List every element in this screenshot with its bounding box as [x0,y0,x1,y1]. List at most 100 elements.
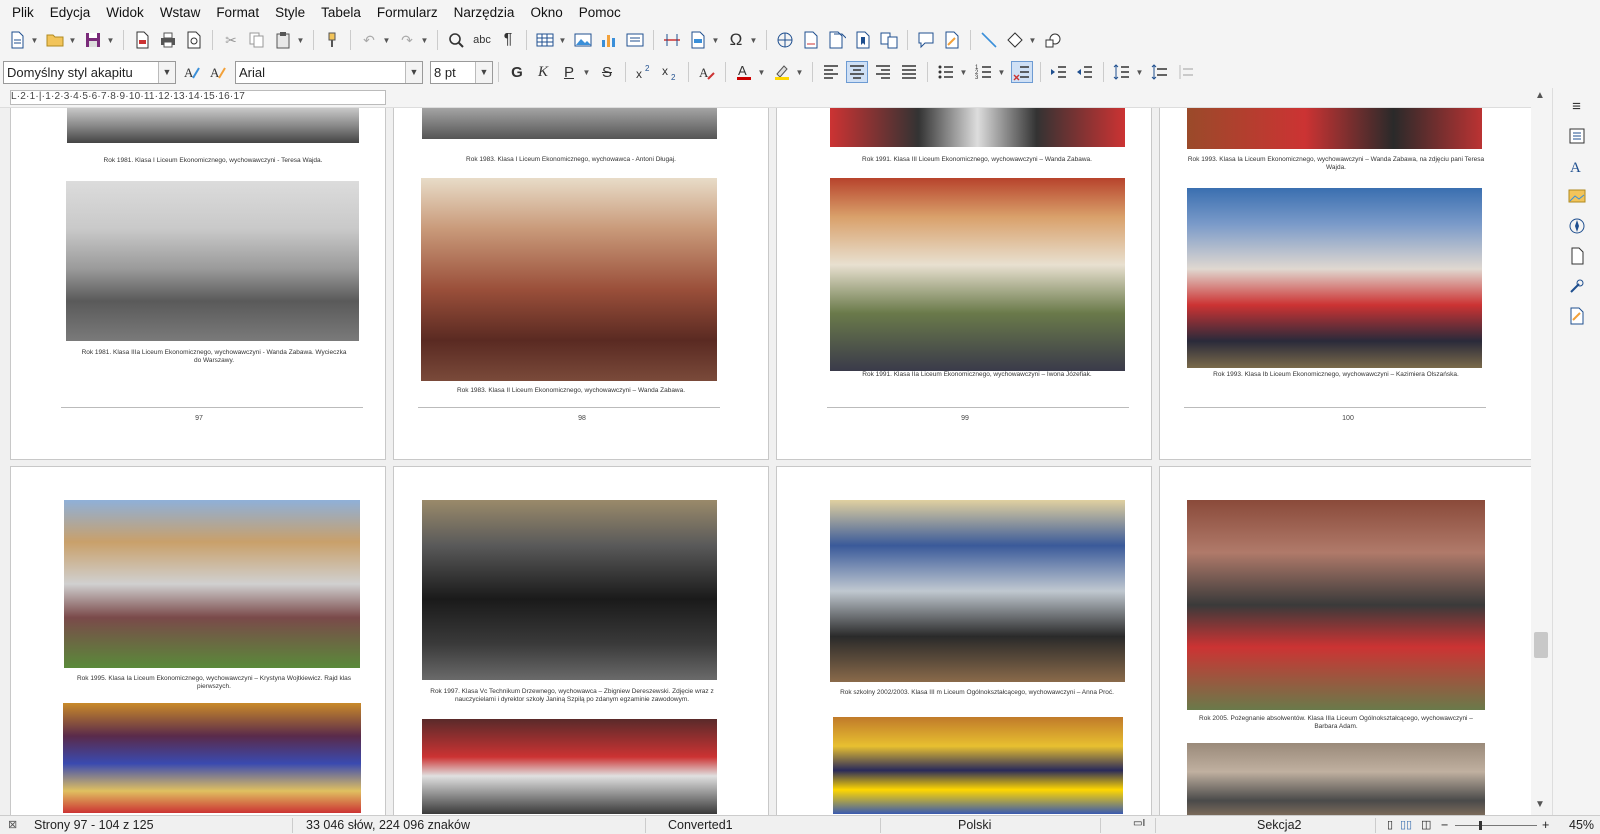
formatting-marks-icon[interactable]: ¶ [497,29,519,51]
redo-dropdown-icon[interactable]: ▼ [420,36,429,45]
strikethrough-button[interactable]: S [596,61,618,83]
style-inspector-icon[interactable] [1565,274,1589,298]
sidebar-menu-icon[interactable]: ≡ [1565,94,1589,118]
horizontal-ruler[interactable]: L·2·1·|·1·2·3·4·5·6·7·8·9·10·11·12·13·14… [0,88,1552,108]
export-pdf-icon[interactable] [131,29,153,51]
paragraph-style-combo[interactable]: Domyślny styl akapitu ▼ [3,60,176,84]
multi-page-view-icon[interactable]: ▯▯ [1400,818,1412,831]
single-page-view-icon[interactable]: ▯ [1387,818,1393,831]
new-dropdown-icon[interactable]: ▼ [30,36,39,45]
gallery-icon[interactable] [1565,184,1589,208]
highlight-dropdown-icon[interactable]: ▼ [795,68,804,77]
comment-icon[interactable] [915,29,937,51]
insert-chart-icon[interactable] [598,29,620,51]
page-icon[interactable] [1565,244,1589,268]
numbered-dropdown-icon[interactable]: ▼ [997,68,1006,77]
no-list-icon[interactable] [1011,61,1033,83]
special-character-dropdown-icon[interactable]: ▼ [749,36,758,45]
paste-dropdown-icon[interactable]: ▼ [296,36,305,45]
superscript-icon[interactable]: x2 [633,61,655,83]
menu-edycja[interactable]: Edycja [42,5,99,20]
insert-table-icon[interactable] [534,29,556,51]
subscript-icon[interactable]: x2 [659,61,681,83]
highlight-icon[interactable] [771,61,793,83]
table-dropdown-icon[interactable]: ▼ [558,36,567,45]
bullet-dropdown-icon[interactable]: ▼ [959,68,968,77]
menu-widok[interactable]: Widok [98,5,152,20]
track-changes-icon[interactable] [941,29,963,51]
menu-style[interactable]: Style [267,5,313,20]
cross-reference-icon[interactable] [878,29,900,51]
update-style-icon[interactable]: A [181,61,203,83]
underline-dropdown-icon[interactable]: ▼ [582,68,591,77]
hyperlink-icon[interactable] [774,29,796,51]
menu-tabela[interactable]: Tabela [313,5,369,20]
page-break-icon[interactable] [661,29,683,51]
special-character-icon[interactable]: Ω [725,29,747,51]
open-dropdown-icon[interactable]: ▼ [68,36,77,45]
new-style-icon[interactable]: A [207,61,229,83]
redo-icon[interactable]: ↷ [396,29,418,51]
find-replace-icon[interactable] [445,29,467,51]
numbered-list-icon[interactable]: 123 [973,61,995,83]
page-104[interactable]: Rok 2005. Pożegnanie absolwentów. Klasa … [1159,466,1535,815]
cut-icon[interactable]: ✂ [220,29,242,51]
italic-button[interactable]: K [532,61,554,83]
zoom-in-icon[interactable]: + [1542,818,1549,832]
page-100[interactable]: Rok 1993. Klasa Ia Liceum Ekonomicznego,… [1159,108,1535,460]
properties-icon[interactable] [1565,124,1589,148]
shapes-dropdown-icon[interactable]: ▼ [1028,36,1037,45]
line-spacing-dropdown-icon[interactable]: ▼ [1135,68,1144,77]
vertical-scrollbar[interactable]: ▲ ▼ [1531,88,1552,815]
footnote-icon[interactable] [800,29,822,51]
page-98[interactable]: Rok 1983. Klasa I Liceum Ekonomicznego, … [393,108,769,460]
font-color-icon[interactable]: A [733,61,755,83]
line-spacing-icon[interactable] [1111,61,1133,83]
menu-plik[interactable]: Plik [4,5,42,20]
zoom-out-icon[interactable]: − [1441,818,1448,832]
zoom-slider[interactable] [1455,825,1537,826]
zoom-slider-thumb[interactable] [1479,821,1482,830]
page-97[interactable]: Rok 1981. Klasa I Liceum Ekonomicznego, … [10,108,386,460]
insert-line-icon[interactable] [978,29,1000,51]
styles-icon[interactable]: A [1565,154,1589,178]
chevron-down-icon[interactable]: ▼ [475,61,492,83]
paste-icon[interactable] [272,29,294,51]
clear-formatting-icon[interactable]: A [696,61,718,83]
manage-changes-icon[interactable] [1565,304,1589,328]
print-icon[interactable] [157,29,179,51]
spellcheck-icon[interactable]: abc [471,29,493,51]
save-icon[interactable] [82,29,104,51]
field-dropdown-icon[interactable]: ▼ [711,36,720,45]
chevron-down-icon[interactable]: ▼ [405,61,422,83]
justify-icon[interactable] [898,61,920,83]
endnote-icon[interactable] [826,29,848,51]
insert-textbox-icon[interactable] [624,29,646,51]
menu-okno[interactable]: Okno [522,5,570,20]
menu-format[interactable]: Format [208,5,267,20]
scroll-up-icon[interactable]: ▲ [1535,90,1545,101]
page-102[interactable]: Rok 1997. Klasa Vc Technikum Drzewnego, … [393,466,769,815]
selection-mode-icon[interactable]: ▭I [1133,818,1145,829]
print-preview-icon[interactable] [183,29,205,51]
section-name[interactable]: Sekcja2 [1257,818,1301,832]
align-left-icon[interactable] [820,61,842,83]
book-view-icon[interactable]: ◫ [1421,818,1431,831]
zoom-level[interactable]: 45% [1569,818,1594,832]
increase-indent-icon[interactable] [1048,61,1070,83]
insert-image-icon[interactable] [572,29,594,51]
align-center-icon[interactable] [846,61,868,83]
page-103[interactable]: Rok szkolny 2002/2003. Klasa III m Liceu… [776,466,1152,815]
decrease-indent-icon[interactable] [1074,61,1096,83]
menu-formularz[interactable]: Formularz [369,5,446,20]
clone-formatting-icon[interactable] [321,29,343,51]
bullet-list-icon[interactable] [935,61,957,83]
draw-functions-icon[interactable] [1042,29,1064,51]
language[interactable]: Polski [958,818,991,832]
chevron-down-icon[interactable]: ▼ [158,61,175,83]
menu-pomoc[interactable]: Pomoc [571,5,629,20]
menu-wstaw[interactable]: Wstaw [152,5,209,20]
insert-field-icon[interactable] [687,29,709,51]
font-size-combo[interactable]: 8 pt ▼ [430,60,493,84]
new-document-icon[interactable] [6,29,28,51]
